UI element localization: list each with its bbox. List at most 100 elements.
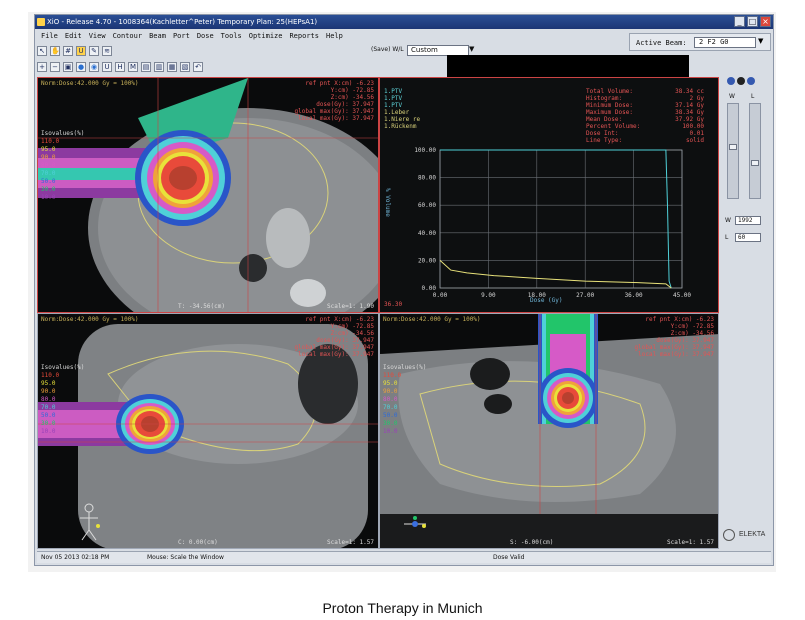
isovalue-item: 10.0 — [41, 194, 56, 201]
mr-icon[interactable]: M — [128, 62, 138, 72]
ref-line: dose(Gy): 37.947 — [316, 101, 374, 108]
window-slider[interactable] — [727, 103, 739, 199]
coronal-isovalue-legend: Isovalues(%) 110.0 95.0 90.0 80.0 70.0 5… — [41, 364, 84, 436]
isovalue-item: 110.0 — [383, 372, 402, 379]
u-icon[interactable]: U — [102, 62, 112, 72]
coronal-slice-position: C: 0.00(cm) — [178, 539, 218, 546]
isovalue-title: Isovalues(%) — [41, 130, 85, 137]
window-slider-thumb[interactable] — [729, 144, 737, 150]
pointer-icon[interactable]: ↖ — [37, 46, 47, 56]
dvh-y-tick-label: 40.00 — [418, 230, 436, 237]
level-slider-thumb[interactable] — [751, 160, 759, 166]
layout4-icon[interactable]: ▧ — [180, 62, 190, 72]
sagittal-scale: Scale=1: 1.57 — [667, 539, 714, 546]
zoom-in-icon[interactable]: + — [37, 62, 47, 72]
ref-line: Z:cm) -34.56 — [330, 94, 374, 101]
menu-view[interactable]: View — [89, 30, 106, 43]
ref-line: global max(Gy): 37.947 — [634, 344, 714, 351]
coronal-scale: Scale=1: 1.57 — [327, 539, 374, 546]
close-button[interactable]: × — [760, 16, 771, 27]
select-icon[interactable]: U — [76, 46, 86, 56]
menu-file[interactable]: File — [41, 30, 58, 43]
dvh-series-line — [439, 260, 672, 289]
isovalue-item: 80.0 — [41, 396, 56, 403]
maximize-button[interactable]: □ — [747, 16, 758, 27]
menu-beam[interactable]: Beam — [149, 30, 166, 43]
fit-icon[interactable]: ▣ — [63, 62, 73, 72]
isovalue-item: 95.0 — [383, 380, 398, 387]
menu-contour[interactable]: Contour — [113, 30, 143, 43]
sagittal-view[interactable]: Norm:Dose:42.000 Gy = 100%) ref pnt X:cm… — [379, 313, 719, 549]
axial-isovalue-legend: Isovalues(%) 110.0 95.0 90.0 80.0 70.0 5… — [41, 130, 84, 202]
layout3-icon[interactable]: ▦ — [167, 62, 177, 72]
status-datetime: Nov 05 2013 02:18 PM — [41, 554, 110, 561]
axial-view[interactable]: Norm:Dose:42.000 Gy = 100%) ref pnt X:cm… — [37, 77, 379, 313]
menu-edit[interactable]: Edit — [65, 30, 82, 43]
isovalue-item: 95.0 — [41, 380, 56, 387]
eye-icon[interactable] — [737, 77, 745, 85]
menu-dose[interactable]: Dose — [197, 30, 214, 43]
isovalue-item: 110.0 — [41, 138, 60, 145]
ref-line: Y:cm) -72.85 — [670, 323, 714, 330]
sagittal-isovalue-legend: Isovalues(%) 110.0 95.0 90.0 80.0 70.0 5… — [383, 364, 426, 436]
isovalue-item: 70.0 — [41, 404, 56, 411]
chevron-down-icon[interactable]: ▼ — [758, 37, 763, 45]
hs-icon[interactable]: H — [115, 62, 125, 72]
isovalue-item: 90.0 — [41, 388, 56, 395]
sphere-icon[interactable]: ◉ — [89, 62, 99, 72]
level-slider[interactable] — [749, 103, 761, 199]
window-controls: _ □ × — [734, 16, 771, 27]
isovalue-title: Isovalues(%) — [41, 364, 85, 371]
elekta-logo-icon — [723, 529, 735, 541]
globe-icon[interactable] — [747, 77, 755, 85]
level-value-input[interactable]: 60 — [735, 233, 761, 242]
menu-tools[interactable]: Tools — [221, 30, 242, 43]
dose-icon[interactable]: ≋ — [102, 46, 112, 56]
figure-caption: Proton Therapy in Munich — [322, 600, 483, 616]
sagittal-norm: Norm:Dose:42.000 Gy = 100%) — [383, 316, 481, 323]
status-bar: Nov 05 2013 02:18 PM Mouse: Scale the Wi… — [37, 551, 771, 563]
window-value-input[interactable]: 1992 — [735, 216, 761, 225]
save-wl-label[interactable]: (Save) W/L — [371, 46, 404, 53]
ref-line: local max(Gy): 37.947 — [298, 351, 374, 358]
grid-icon[interactable]: # — [63, 46, 73, 56]
dvh-view[interactable]: 1.PTV 1.PTV 1.PTV 1.Leber 1.Niere re 1.R… — [379, 77, 719, 313]
window-slider-label: W — [729, 93, 735, 100]
menu-help[interactable]: Help — [326, 30, 343, 43]
coronal-view[interactable]: Norm:Dose:42.000 Gy = 100%) ref pnt X:cm… — [37, 313, 379, 549]
minimize-button[interactable]: _ — [734, 16, 745, 27]
isovalue-item: 70.0 — [383, 404, 398, 411]
dvh-series-line — [440, 149, 672, 289]
isovalue-item: 90.0 — [383, 388, 398, 395]
window-value-label: W — [725, 217, 731, 224]
pen-icon[interactable] — [727, 77, 735, 85]
color-icon[interactable]: ● — [76, 62, 86, 72]
layout2-icon[interactable]: ▥ — [154, 62, 164, 72]
undo-icon[interactable]: ↶ — [193, 62, 203, 72]
menu-reports[interactable]: Reports — [289, 30, 319, 43]
isovalue-item: 110.0 — [41, 372, 60, 379]
isovalue-item: 90.0 — [41, 154, 56, 161]
isovalue-item: 80.0 — [383, 396, 398, 403]
menu-port[interactable]: Port — [173, 30, 190, 43]
zoom-out-icon[interactable]: − — [50, 62, 60, 72]
status-dose: Dose Valid — [493, 554, 525, 561]
ref-line: dose(Gy): 37.947 — [316, 337, 374, 344]
ref-line: local max(Gy): 37.947 — [298, 115, 374, 122]
dvh-x-tick-label: 18.00 — [528, 292, 546, 299]
draw-icon[interactable]: ✎ — [89, 46, 99, 56]
status-mouse-mode: Mouse: Scale the Window — [147, 554, 224, 561]
window-level-panel: W L W 1992 L 60 — [723, 77, 773, 547]
ref-line: Z:cm) -34.56 — [330, 330, 374, 337]
isovalue-item: 50.0 — [383, 412, 398, 419]
layout1-icon[interactable]: ▤ — [141, 62, 151, 72]
isovalue-item: 10.0 — [41, 428, 56, 435]
dvh-y-tick-label: 20.00 — [418, 257, 436, 264]
active-beam-select[interactable]: 2 F2 G0 — [694, 37, 756, 48]
isovalue-item: 30.0 — [383, 420, 398, 427]
isovalue-title: Isovalues(%) — [383, 364, 427, 371]
dvh-x-tick-label: 27.00 — [576, 292, 594, 299]
level-slider-label: L — [751, 93, 755, 100]
hand-icon[interactable]: ✋ — [50, 46, 60, 56]
menu-optimize[interactable]: Optimize — [249, 30, 283, 43]
